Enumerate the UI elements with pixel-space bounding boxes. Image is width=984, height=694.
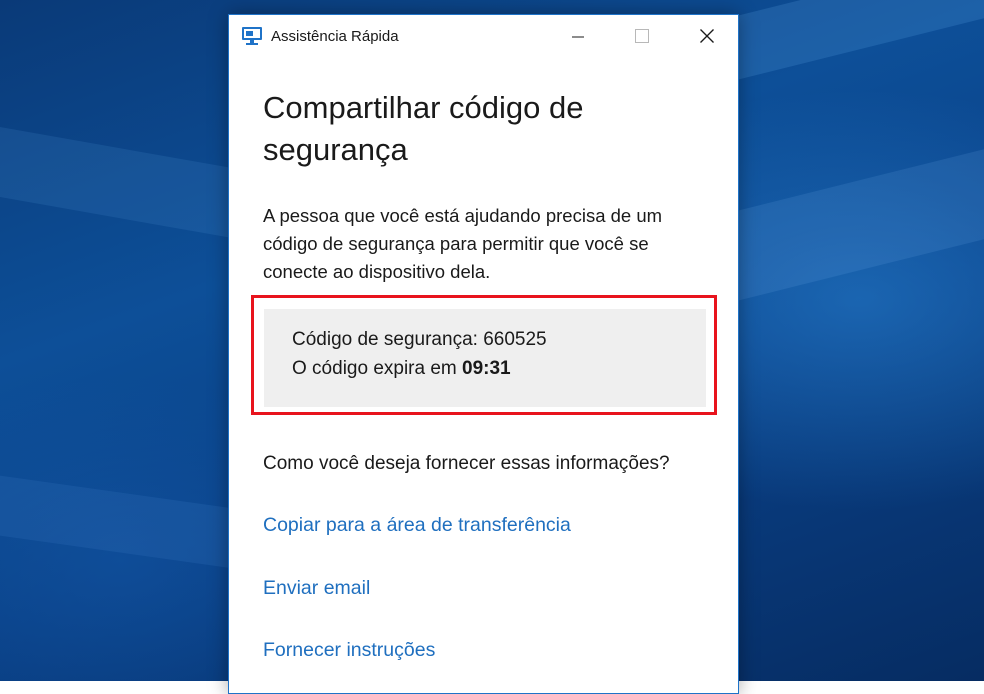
copy-to-clipboard-link[interactable]: Copiar para a área de transferência bbox=[263, 514, 571, 537]
maximize-icon bbox=[635, 28, 649, 47]
quick-assist-window: Assistência Rápida Compartilhar código d… bbox=[228, 14, 739, 694]
wallpaper-light-beam bbox=[0, 120, 260, 243]
window-title: Assistência Rápida bbox=[271, 28, 399, 45]
remote-desktop-monitor-icon bbox=[241, 26, 263, 46]
title-bar[interactable]: Assistência Rápida bbox=[229, 15, 738, 59]
close-icon bbox=[700, 28, 714, 47]
code-expiry-text: O código expira em 09:31 bbox=[292, 358, 511, 380]
security-code-label: Código de segurança: 660525 bbox=[292, 329, 547, 350]
description-text: A pessoa que você está ajudando precisa … bbox=[263, 205, 663, 282]
minimize-icon bbox=[572, 28, 584, 47]
wallpaper-light-beam bbox=[0, 470, 260, 573]
send-email-link[interactable]: Enviar email bbox=[263, 577, 370, 600]
code-expiry-time: 09:31 bbox=[462, 358, 511, 379]
share-method-question: Como você deseja fornecer essas informaç… bbox=[263, 453, 670, 474]
maximize-button[interactable] bbox=[619, 15, 665, 59]
provide-instructions-link[interactable]: Fornecer instruções bbox=[263, 639, 435, 662]
security-code-panel: Código de segurança: 660525 O código exp… bbox=[264, 309, 706, 407]
page-title: Compartilhar código de segurança bbox=[263, 90, 584, 167]
close-button[interactable] bbox=[684, 15, 730, 59]
code-expiry-label: O código expira em bbox=[292, 358, 457, 379]
minimize-button[interactable] bbox=[555, 15, 601, 59]
